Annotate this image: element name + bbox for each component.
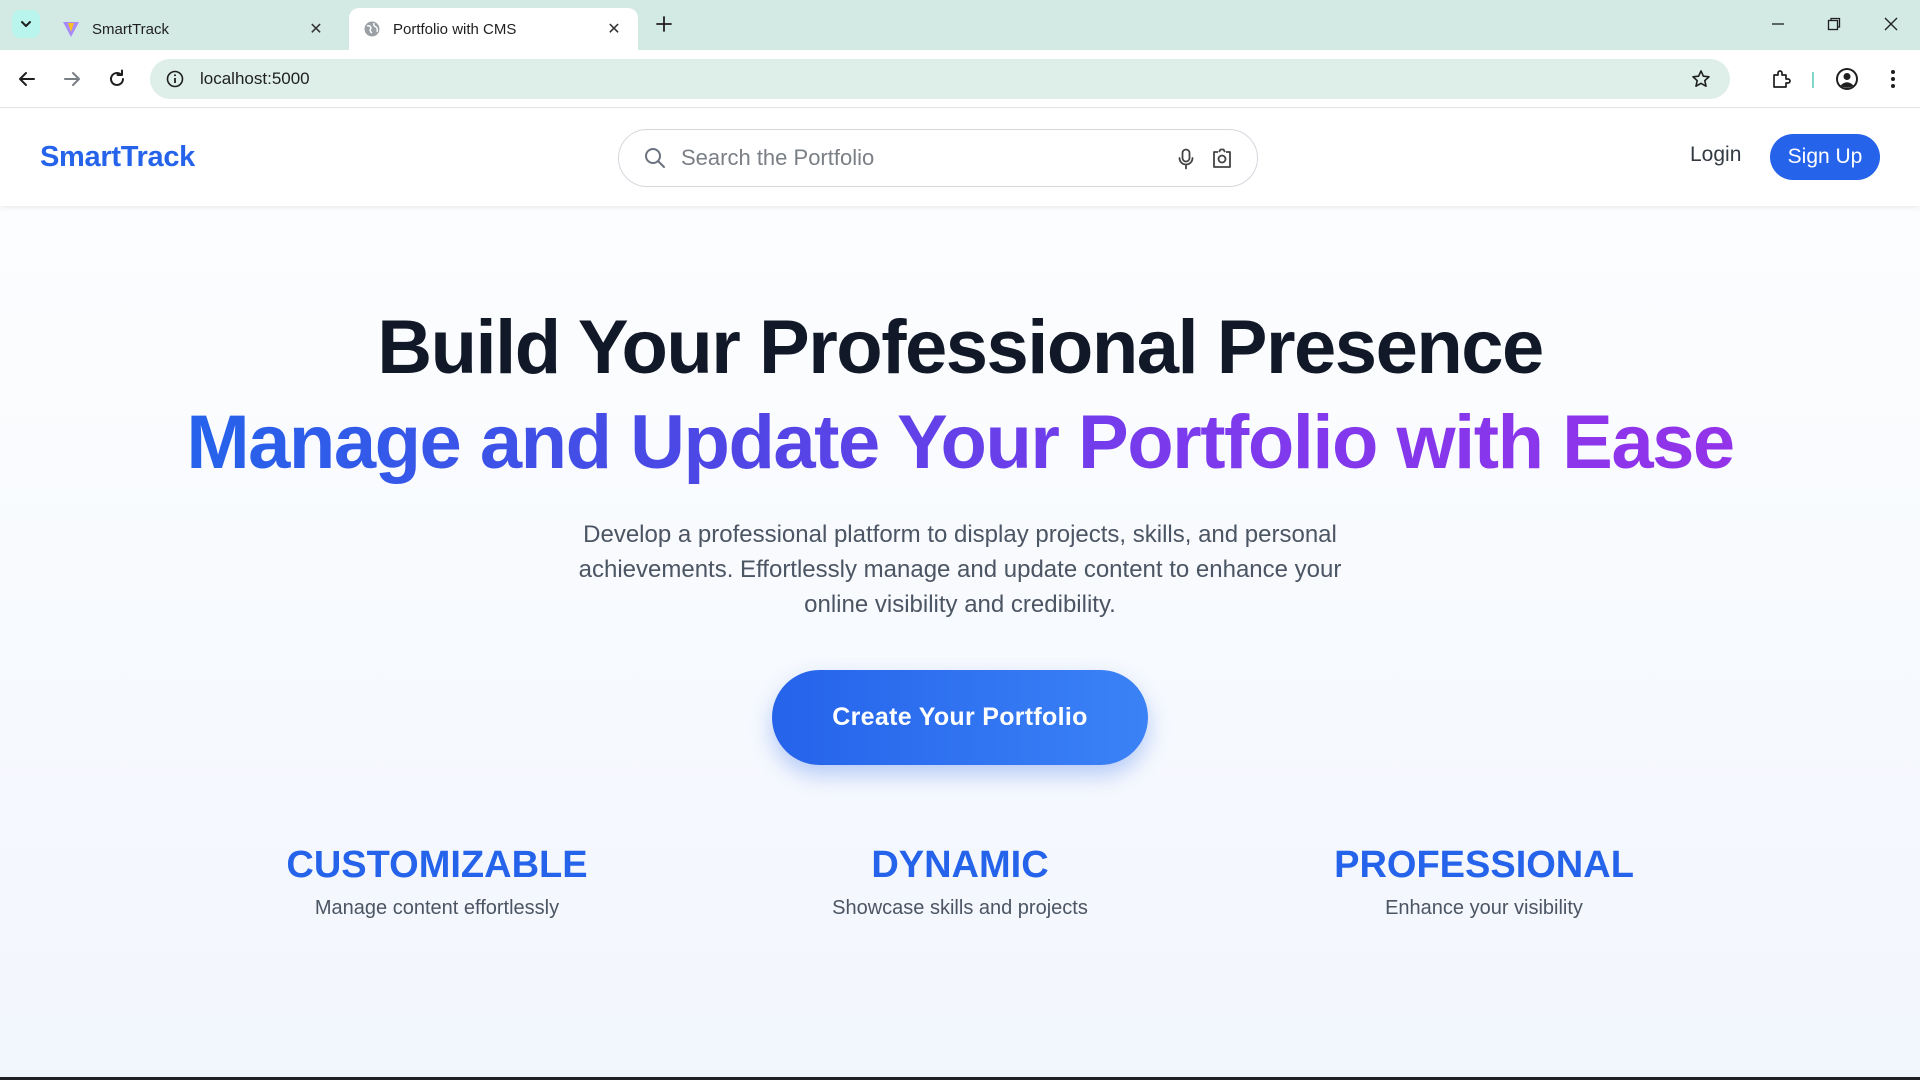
hero-description: Develop a professional platform to displ… [578, 521, 1342, 618]
close-icon[interactable]: ✕ [604, 19, 624, 39]
minimize-icon [1772, 23, 1784, 25]
mic-icon[interactable] [1175, 147, 1197, 171]
restore-icon [1827, 17, 1841, 31]
forward-icon [64, 72, 80, 86]
globe-favicon-icon [363, 20, 381, 38]
minimize-button[interactable] [1766, 12, 1790, 36]
reload-icon [110, 69, 124, 86]
back-icon [19, 72, 35, 86]
chevron-down-icon [21, 21, 31, 27]
feature-dynamic: DYNAMIC Showcase skills and projects [710, 844, 1210, 920]
search-input[interactable] [681, 145, 1151, 171]
kebab-menu-icon [1891, 70, 1895, 88]
browser-menu-button[interactable] [1880, 66, 1906, 92]
browser-toolbar: localhost:5000 [0, 50, 1920, 108]
info-icon[interactable] [164, 68, 186, 90]
feature-description: Manage content effortlessly [314, 897, 560, 919]
page-content: SmartTrack Login Sign Up Build Your Prof… [0, 109, 1920, 1077]
tab-search-button[interactable] [12, 10, 40, 38]
login-link[interactable]: Login [1690, 143, 1741, 167]
plus-icon [656, 16, 672, 32]
feature-description: Showcase skills and projects [832, 897, 1088, 919]
back-button[interactable] [14, 66, 40, 92]
feature-description: Enhance your visibility [1385, 897, 1583, 919]
close-icon [1884, 17, 1898, 31]
close-icon[interactable]: ✕ [306, 19, 326, 39]
feature-title: DYNAMIC [871, 844, 1049, 886]
feature-professional: PROFESSIONAL Enhance your visibility [1234, 844, 1734, 920]
profile-icon [1836, 68, 1858, 90]
vite-favicon-icon [62, 20, 80, 38]
close-window-button[interactable] [1879, 12, 1903, 36]
tab-title: SmartTrack [92, 20, 169, 38]
forward-button[interactable] [59, 66, 85, 92]
toolbar-separator [1812, 72, 1814, 88]
lens-icon[interactable] [1209, 146, 1235, 172]
tab-smarttrack[interactable]: SmartTrack ✕ [48, 8, 340, 50]
address-bar[interactable]: localhost:5000 [150, 59, 1730, 99]
extensions-icon [1773, 70, 1791, 88]
url-text[interactable]: localhost:5000 [200, 69, 310, 89]
reload-button[interactable] [104, 66, 130, 92]
search-icon [643, 146, 667, 170]
tab-title: Portfolio with CMS [393, 20, 517, 38]
profile-button[interactable] [1834, 66, 1860, 92]
site-logo[interactable]: SmartTrack [40, 141, 195, 174]
feature-customizable: CUSTOMIZABLE Manage content effortlessly [187, 844, 687, 920]
extensions-button[interactable] [1768, 66, 1794, 92]
browser-tab-strip: SmartTrack ✕ Portfolio with CMS ✕ [0, 0, 1920, 50]
star-icon[interactable] [1690, 68, 1712, 90]
restore-button[interactable] [1822, 12, 1846, 36]
signup-button[interactable]: Sign Up [1770, 134, 1880, 180]
feature-title: CUSTOMIZABLE [286, 844, 588, 886]
search-bar[interactable] [618, 129, 1258, 187]
hero-subtitle: Manage and Update Your Portfolio with Ea… [0, 399, 1920, 486]
feature-title: PROFESSIONAL [1334, 844, 1634, 886]
site-header: SmartTrack Login Sign Up [0, 109, 1920, 206]
hero-subtitle-text: Manage and Update Your Portfolio with Ea… [186, 400, 1735, 485]
tab-portfolio-cms[interactable]: Portfolio with CMS ✕ [349, 8, 638, 50]
create-portfolio-button[interactable]: Create Your Portfolio [772, 670, 1148, 765]
hero-title: Build Your Professional Presence [377, 305, 1544, 390]
new-tab-button[interactable] [652, 12, 676, 36]
